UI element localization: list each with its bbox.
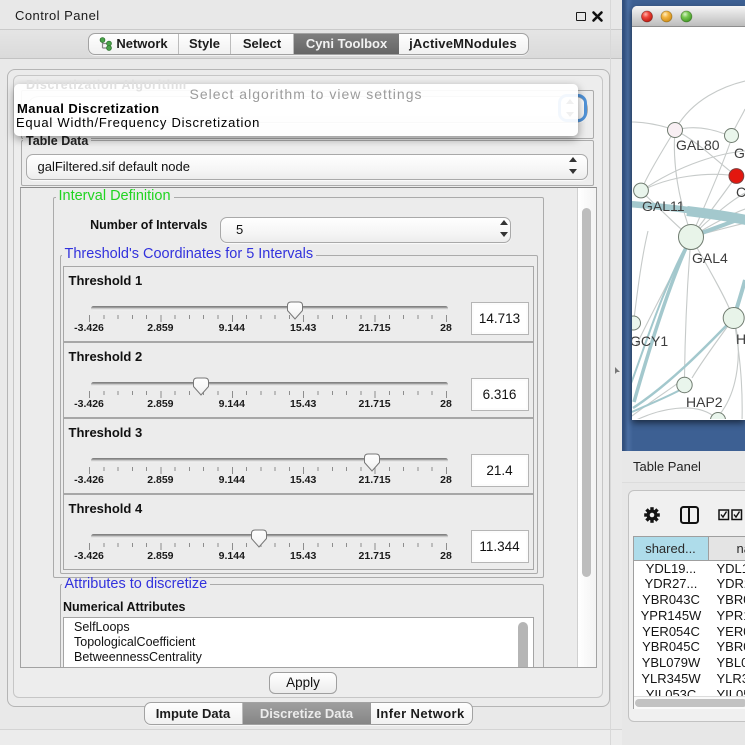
svg-text:GAL11: GAL11 xyxy=(642,198,685,214)
svg-text:GAL: GAL xyxy=(734,145,745,161)
svg-text:HA: HA xyxy=(736,331,745,347)
svg-text:GAL80: GAL80 xyxy=(676,137,720,153)
svg-text:GCY1: GCY1 xyxy=(632,333,668,349)
svg-text:CY: CY xyxy=(736,184,745,200)
svg-text:HAP2: HAP2 xyxy=(686,394,723,410)
svg-text:GAL4: GAL4 xyxy=(692,250,728,266)
